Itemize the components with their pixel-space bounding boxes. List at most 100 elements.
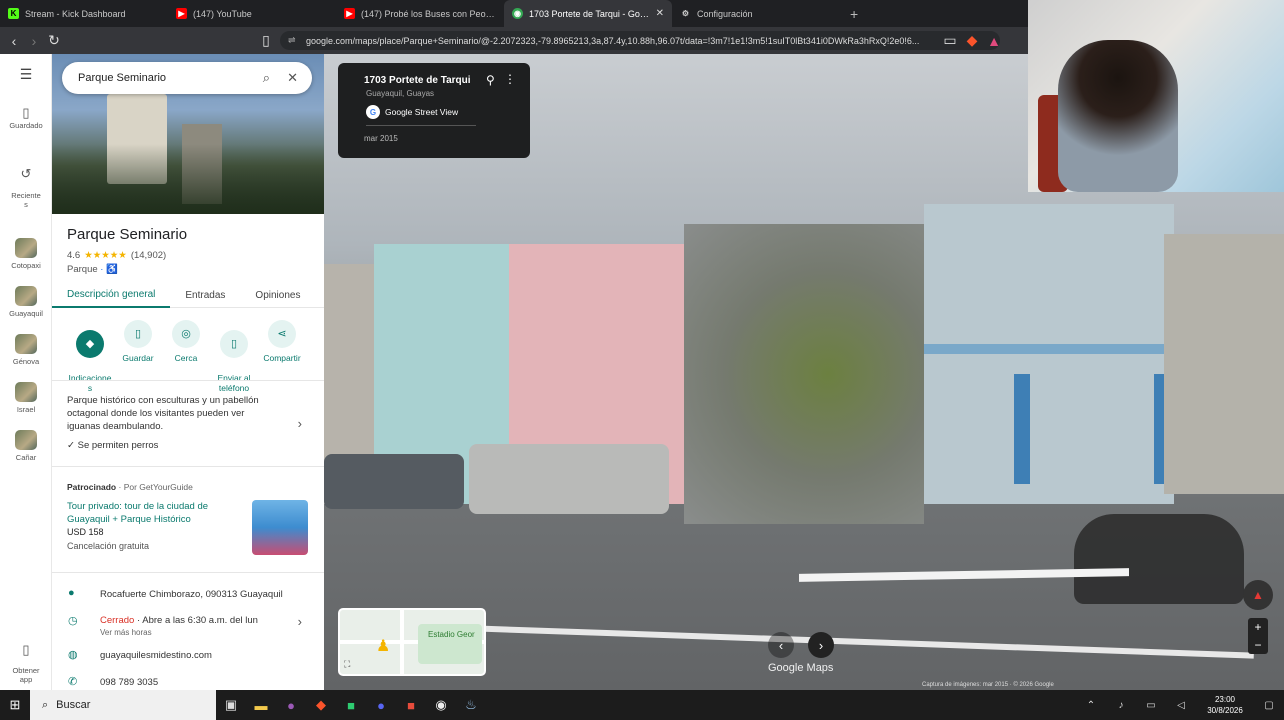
nearby-button[interactable]: ◎ Cerca <box>160 320 212 363</box>
task-view-icon[interactable]: ▣ <box>216 690 246 720</box>
rail-label: Guayaquil <box>9 309 43 318</box>
chevron-right-icon[interactable]: › <box>298 416 302 431</box>
place-thumb <box>15 382 37 402</box>
tab-reviews[interactable]: Opiniones <box>240 282 315 308</box>
send-to-phone-button[interactable]: ▯ Enviar al teléfono <box>208 320 260 393</box>
sv-date[interactable]: mar 2015 <box>364 134 398 143</box>
close-icon[interactable]: ✕ <box>287 70 298 86</box>
search-box[interactable]: Parque Seminario ⌕ ✕ <box>62 62 312 94</box>
search-icon[interactable]: ⌕ <box>263 70 270 86</box>
discord-icon[interactable]: ● <box>366 690 396 720</box>
bookmark-icon: ▯ <box>124 320 152 348</box>
rail-label: Cotopaxi <box>11 261 41 270</box>
chevron-right-icon[interactable]: › <box>298 614 302 629</box>
directions-button[interactable]: ◆ Indicacione s <box>64 320 116 393</box>
action-label: Compartir <box>263 353 301 363</box>
expand-icon[interactable]: ⛶ <box>344 659 350 670</box>
website-link[interactable]: guayaquilesmidestino.com <box>100 650 212 661</box>
clock[interactable]: 23:00 30/8/2026 <box>1196 694 1254 716</box>
rail-place-guayaquil[interactable]: Guayaquil <box>0 286 52 318</box>
screen-icon[interactable]: ▭ <box>940 32 960 49</box>
zoom-out-button[interactable]: − <box>1248 636 1268 654</box>
place-thumb <box>15 430 37 450</box>
menu-icon[interactable]: ☰ <box>0 67 52 81</box>
bookmark-page-icon[interactable]: ▯ <box>256 32 276 49</box>
new-tab-button[interactable]: + <box>840 0 868 27</box>
brave-rewards-icon[interactable]: ▲ <box>984 33 1004 49</box>
google-icon: G <box>366 105 380 119</box>
mini-map[interactable]: Estadio Geor ♟ ⛶ <box>338 608 486 676</box>
volume-icon[interactable]: ◁ <box>1166 690 1196 720</box>
rail-place-israel[interactable]: Israel <box>0 382 52 414</box>
tray-chevron-icon[interactable]: ⌃ <box>1076 690 1106 720</box>
person-shape <box>1058 40 1178 192</box>
sv-prev-button[interactable]: ‹ <box>768 632 794 658</box>
url-field[interactable]: ⇌ google.com/maps/place/Parque+Seminario… <box>280 31 1000 50</box>
search-input[interactable]: Parque Seminario <box>78 72 166 84</box>
file-explorer-icon[interactable]: ▬ <box>246 690 276 720</box>
sv-next-button[interactable]: › <box>808 632 834 658</box>
accessibility-icon: · ♿ <box>100 264 118 275</box>
action-label: Indicacione s <box>68 373 112 393</box>
tab-settings[interactable]: ⚙ Configuración <box>672 0 840 27</box>
divider <box>366 125 476 126</box>
tab-kick[interactable]: K Stream - Kick Dashboard <box>0 0 168 27</box>
app-icon[interactable]: ■ <box>336 690 366 720</box>
phone-number[interactable]: 098 789 3035 <box>100 677 158 688</box>
rail-label: Reciente s <box>11 191 41 209</box>
rail-place-canar[interactable]: Cañar <box>0 430 52 462</box>
obs-icon[interactable]: ◉ <box>426 690 456 720</box>
brave-shield-icon[interactable]: ◆ <box>962 32 982 49</box>
tab-tickets[interactable]: Entradas <box>170 282 240 308</box>
more-options-icon[interactable]: ⋮ <box>504 72 516 86</box>
notifications-icon[interactable]: ▢ <box>1254 690 1284 720</box>
tab-google-maps[interactable]: ◉ 1703 Portete de Tarqui - Google ✕ <box>504 0 672 27</box>
rail-label: Cañar <box>15 453 37 462</box>
steam-icon[interactable]: ♨ <box>456 690 486 720</box>
clock-icon: ◷ <box>68 615 78 627</box>
location-pin-icon: ● <box>68 587 75 599</box>
tab-youtube[interactable]: ▶ (147) YouTube <box>168 0 336 27</box>
reload-icon[interactable]: ↻ <box>44 32 64 49</box>
forward-icon[interactable]: › <box>24 33 44 49</box>
rail-place-cotopaxi[interactable]: Cotopaxi <box>0 238 52 270</box>
review-count[interactable]: (14,902) <box>131 250 166 261</box>
location-pin-icon[interactable]: ⚲ <box>486 73 495 87</box>
app-icon[interactable]: ■ <box>396 690 426 720</box>
network-icon[interactable]: ▭ <box>1136 690 1166 720</box>
divider <box>52 572 324 573</box>
back-icon[interactable]: ‹ <box>4 33 24 49</box>
app-icon[interactable]: ● <box>276 690 306 720</box>
attribution-text: Captura de imágenes: mar 2015 · © 2026 G… <box>922 682 1054 688</box>
rail-label: Génova <box>12 357 40 366</box>
site-info-icon: ⇌ <box>288 35 296 45</box>
sponsored-tour-link[interactable]: Tour privado: tour de la ciudad de Guaya… <box>67 500 237 526</box>
rating-stars: ★★★★★ <box>84 250 127 261</box>
rail-saved[interactable]: ▯ Guardado <box>0 106 52 130</box>
rail-recent[interactable]: ↺ Reciente s <box>0 160 52 209</box>
windows-start-icon[interactable]: ⊞ <box>0 690 30 720</box>
more-hours-link[interactable]: Ver más horas <box>100 628 152 637</box>
category-row: Parque · ♿ <box>67 264 118 275</box>
blurred-area <box>684 224 924 524</box>
microphone-icon[interactable]: ♪ <box>1106 690 1136 720</box>
zoom-in-button[interactable]: + <box>1248 618 1268 636</box>
share-button[interactable]: ⋖ Compartir <box>256 320 308 363</box>
action-label: Guardar <box>122 353 154 363</box>
place-category[interactable]: Parque <box>67 264 98 275</box>
rail-get-app[interactable]: ▯ Obtener app <box>0 636 52 684</box>
map-road <box>400 610 404 674</box>
place-description[interactable]: Parque histórico con esculturas y un pab… <box>67 394 272 433</box>
close-tab-icon[interactable]: ✕ <box>656 8 664 19</box>
tab-youtube-video[interactable]: ▶ (147) Probé los Buses con Peores Re <box>336 0 504 27</box>
hours-row[interactable]: Cerrado · Abre a las 6:30 a.m. del lun <box>100 615 258 626</box>
compass-icon[interactable]: ▲ <box>1243 580 1273 610</box>
brave-browser-icon[interactable]: ◆ <box>306 690 336 720</box>
sv-source[interactable]: G Google Street View <box>366 105 458 119</box>
address-text[interactable]: Rocafuerte Chimborazo, 090313 Guayaquil <box>100 589 283 600</box>
taskbar-search[interactable]: ⌕ Buscar <box>30 690 216 720</box>
tab-overview[interactable]: Descripción general <box>52 282 171 308</box>
tour-thumbnail[interactable] <box>252 500 308 555</box>
save-button[interactable]: ▯ Guardar <box>112 320 164 363</box>
rail-place-genova[interactable]: Génova <box>0 334 52 366</box>
